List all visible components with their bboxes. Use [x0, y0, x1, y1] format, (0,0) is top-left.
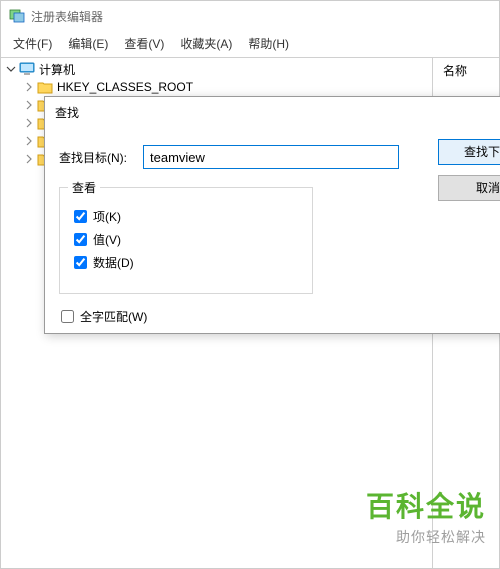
- expander-closed-icon[interactable]: [23, 81, 35, 93]
- find-lookat-legend: 查看: [68, 179, 100, 196]
- expander-open-icon[interactable]: [5, 63, 17, 75]
- find-dialog-title: 查找: [45, 97, 500, 127]
- tree-key-row[interactable]: HKEY_CLASSES_ROOT: [1, 78, 432, 96]
- find-dialog: 查找 查找目标(N): 查看 项(K) 值(V) 数据(D) 全字匹配(W): [44, 96, 500, 334]
- menu-favorites[interactable]: 收藏夹(A): [172, 33, 240, 54]
- tree-key-label: HKEY_CLASSES_ROOT: [57, 80, 193, 94]
- expander-closed-icon[interactable]: [23, 135, 35, 147]
- window-title: 注册表编辑器: [31, 8, 103, 25]
- tree-root-label: 计算机: [39, 61, 75, 78]
- checkbox-data[interactable]: [74, 256, 87, 269]
- menu-bar: 文件(F) 编辑(E) 查看(V) 收藏夹(A) 帮助(H): [1, 31, 499, 55]
- find-next-button[interactable]: 查找下一: [438, 139, 500, 165]
- folder-icon: [37, 80, 53, 94]
- checkbox-whole-word-row[interactable]: 全字匹配(W): [61, 308, 499, 325]
- watermark: 百科全说 助你轻松解决: [366, 485, 486, 547]
- find-target-input[interactable]: [143, 145, 399, 169]
- menu-edit[interactable]: 编辑(E): [60, 33, 116, 54]
- find-target-label: 查找目标(N):: [59, 149, 143, 166]
- app-icon: [9, 8, 25, 24]
- menu-help[interactable]: 帮助(H): [240, 33, 297, 54]
- computer-icon: [19, 62, 35, 76]
- checkbox-values-label: 值(V): [93, 231, 121, 248]
- title-bar: 注册表编辑器: [1, 1, 499, 31]
- checkbox-keys-label: 项(K): [93, 208, 121, 225]
- menu-file[interactable]: 文件(F): [5, 33, 60, 54]
- expander-closed-icon[interactable]: [23, 117, 35, 129]
- checkbox-whole-word-label: 全字匹配(W): [80, 308, 147, 325]
- checkbox-data-label: 数据(D): [93, 254, 134, 271]
- checkbox-whole-word[interactable]: [61, 310, 74, 323]
- tree-root-row[interactable]: 计算机: [1, 60, 432, 78]
- list-column-name[interactable]: 名称: [433, 58, 499, 83]
- watermark-subtitle: 助你轻松解决: [366, 527, 486, 547]
- checkbox-values[interactable]: [74, 233, 87, 246]
- menu-view[interactable]: 查看(V): [116, 33, 172, 54]
- find-target-row: 查找目标(N):: [59, 145, 499, 169]
- expander-closed-icon[interactable]: [23, 99, 35, 111]
- watermark-title: 百科全说: [366, 485, 486, 525]
- checkbox-data-row[interactable]: 数据(D): [74, 254, 298, 271]
- checkbox-keys[interactable]: [74, 210, 87, 223]
- checkbox-values-row[interactable]: 值(V): [74, 231, 298, 248]
- find-dialog-body: 查找目标(N): 查看 项(K) 值(V) 数据(D) 全字匹配(W) 查找下一: [45, 127, 500, 335]
- checkbox-keys-row[interactable]: 项(K): [74, 208, 298, 225]
- expander-closed-icon[interactable]: [23, 153, 35, 165]
- find-buttons: 查找下一 取消: [438, 139, 500, 201]
- find-lookat-group: 查看 项(K) 值(V) 数据(D): [59, 187, 313, 294]
- cancel-button[interactable]: 取消: [438, 175, 500, 201]
